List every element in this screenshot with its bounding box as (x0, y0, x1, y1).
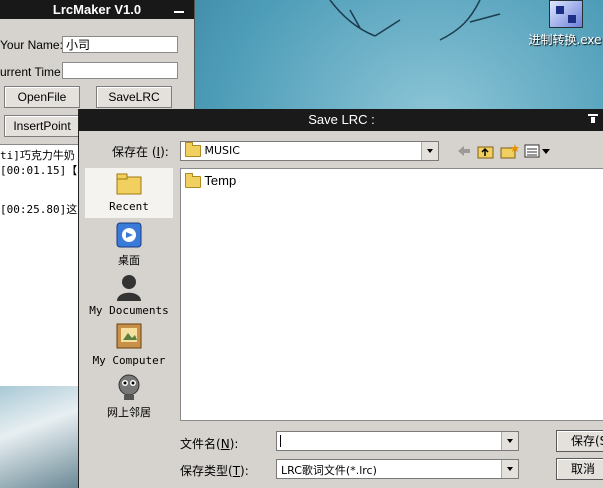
lrcmaker-titlebar[interactable]: LrcMaker V1.0 (0, 0, 194, 19)
your-name-input[interactable]: 小司 (62, 36, 178, 53)
chevron-down-icon[interactable] (421, 142, 438, 160)
file-item[interactable]: Temp (185, 172, 237, 188)
current-time-input[interactable] (62, 62, 178, 79)
filename-label: 文件名(N): (180, 437, 239, 451)
place-recent[interactable]: Recent (85, 168, 173, 218)
up-folder-icon[interactable] (477, 143, 495, 159)
place-label: My Computer (92, 354, 166, 367)
save-dialog: Save LRC : 保存在 (I): MUSIC Recent 桌面 My D… (78, 109, 603, 488)
place-label: My Documents (89, 304, 169, 317)
place-network[interactable]: 网上邻居 (85, 372, 173, 420)
desktop-wallpaper-strip (0, 386, 78, 488)
save-in-combo[interactable]: MUSIC (180, 141, 439, 161)
filename-input[interactable] (276, 431, 519, 451)
my-computer-icon (114, 322, 144, 352)
folder-icon (185, 172, 201, 188)
place-my-computer[interactable]: My Computer (85, 322, 173, 367)
place-label: Recent (109, 200, 149, 213)
file-item-name: Temp (204, 173, 237, 188)
view-menu-icon[interactable] (524, 143, 552, 159)
exe-file-icon (549, 0, 583, 28)
save-lrc-button[interactable]: SaveLRC (96, 86, 172, 108)
your-name-label: Your Name: (0, 38, 63, 52)
network-places-icon (114, 372, 144, 402)
recent-folder-icon (114, 168, 144, 198)
place-label: 网上邻居 (107, 406, 151, 419)
place-label: 桌面 (118, 254, 140, 267)
insert-point-button[interactable]: InsertPoint (4, 115, 80, 137)
cancel-button[interactable]: 取消 (556, 458, 603, 480)
file-list[interactable]: Temp (180, 168, 603, 421)
open-file-button[interactable]: OpenFile (4, 86, 80, 108)
current-time-label: urrent Time : (0, 65, 68, 79)
save-in-label: 保存在 (I): (112, 145, 169, 159)
save-button[interactable]: 保存(S (556, 430, 603, 452)
folder-icon (185, 142, 201, 157)
text-cursor (280, 435, 281, 447)
filetype-value: LRC歌词文件(*.lrc) (281, 464, 377, 477)
back-arrow-icon[interactable] (455, 143, 473, 159)
save-dialog-titlebar[interactable]: Save LRC : (79, 109, 603, 131)
desktop-shortcut[interactable]: 进制转换.exe (527, 0, 603, 52)
desktop-icon (114, 220, 144, 250)
new-folder-icon[interactable] (500, 143, 520, 159)
filetype-combo[interactable]: LRC歌词文件(*.lrc) (276, 459, 519, 479)
lrcmaker-title: LrcMaker V1.0 (52, 2, 142, 17)
filetype-label: 保存类型(T): (180, 464, 249, 478)
my-documents-icon (114, 272, 144, 302)
minimize-button[interactable] (172, 2, 186, 16)
desktop-shortcut-label: 进制转换.exe (528, 33, 602, 47)
save-dialog-title: Save LRC : (308, 112, 375, 127)
place-my-documents[interactable]: My Documents (85, 272, 173, 317)
places-bar: Recent 桌面 My Documents My Computer 网上邻居 (85, 168, 173, 478)
place-desktop[interactable]: 桌面 (85, 220, 173, 268)
chevron-down-icon[interactable] (501, 460, 518, 478)
help-icon[interactable] (588, 114, 598, 124)
save-in-value: MUSIC (204, 144, 240, 157)
chevron-down-icon[interactable] (501, 432, 518, 450)
